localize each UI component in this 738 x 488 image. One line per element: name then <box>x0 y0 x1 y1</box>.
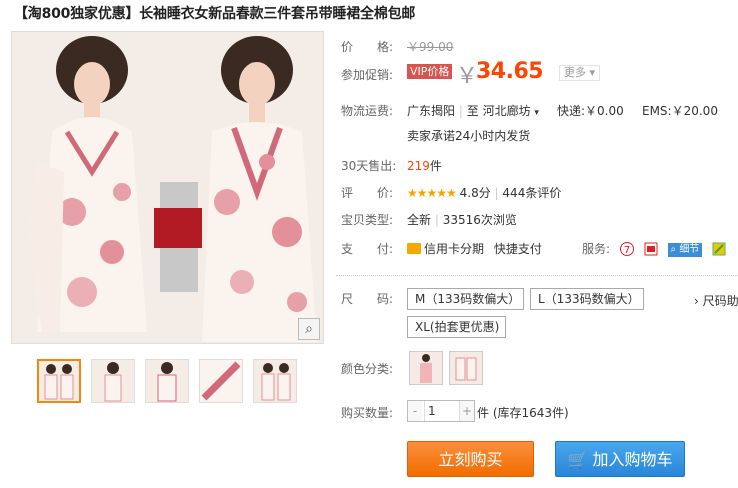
cart-icon: 🛒 <box>567 450 588 469</box>
thumbnail-3[interactable] <box>145 359 189 403</box>
shipping-promise: 卖家承诺24小时内发货 <box>407 129 531 143</box>
stock-info: 件 (库存1643件) <box>477 406 569 420</box>
arrow-service-icon[interactable] <box>712 242 726 256</box>
sales-label: 30天售出: <box>341 159 397 173</box>
vip-price-badge: VIP价格 <box>407 64 453 79</box>
quantity-label: 购买数量: <box>341 406 394 420</box>
view-count: 33516次浏览 <box>442 213 517 227</box>
currency-symbol: ￥ <box>456 64 479 89</box>
quantity-input[interactable]: 1 <box>424 401 460 421</box>
thumbnail-image <box>146 360 188 402</box>
thumbnail-5[interactable] <box>253 359 297 403</box>
size-chart-link[interactable]: › 尺码助 <box>694 292 738 309</box>
thumbnail-image <box>92 360 134 402</box>
detail-magnifier-icon[interactable]: ⌕ 细节 <box>667 243 703 257</box>
thumbnail-2[interactable] <box>91 359 135 403</box>
shipping-route: 广东揭阳 | 至 河北廊坊 ▾ <box>407 104 539 118</box>
color-swatch-2[interactable] <box>449 351 483 385</box>
thumbnail-4[interactable] <box>199 359 243 403</box>
reviews-link[interactable]: 444条评价 <box>502 186 561 200</box>
size-option-xl[interactable]: XL(拍套更优惠) <box>407 316 506 338</box>
condition-value: 全新 <box>407 213 432 227</box>
rating-label: 评 价: <box>341 186 394 200</box>
seven-day-return-icon[interactable]: 7 <box>619 242 634 256</box>
original-price: ￥99.00 <box>407 40 454 54</box>
promo-label: 参加促销: <box>341 68 394 82</box>
express-fee: 快递:￥0.00 <box>557 104 624 118</box>
condition-row: 全新 | 33516次浏览 <box>407 213 517 227</box>
sales-count: 219 <box>407 159 430 173</box>
thumbnail-image <box>200 360 242 402</box>
genuine-guarantee-icon[interactable] <box>644 242 658 256</box>
shipping-destination: 河北廊坊 <box>482 104 531 118</box>
swatch-image <box>450 352 482 384</box>
shipping-label: 物流运费: <box>341 104 394 118</box>
swatch-image <box>410 352 442 384</box>
rating-score: 4.8分 <box>459 186 491 200</box>
add-to-cart-label: 加入购物车 <box>592 450 673 469</box>
detail-label: 细节 <box>679 244 700 255</box>
shipping-from: 广东揭阳 <box>407 104 456 118</box>
color-swatch-1[interactable] <box>409 351 443 385</box>
buy-now-button[interactable]: 立刻购买 <box>407 441 534 477</box>
shipping-destination-select[interactable]: 河北廊坊 ▾ <box>483 104 539 118</box>
quickpay-link[interactable]: 快捷支付 <box>494 242 542 256</box>
quantity-stepper: - 1 + <box>407 400 475 422</box>
chevron-down-icon: ▾ <box>589 66 596 79</box>
price-label: 价 格: <box>341 40 394 54</box>
thumbnail-image <box>39 361 79 401</box>
size-option-m[interactable]: M（133码数偏大） <box>407 288 524 310</box>
zoom-magnifier-icon[interactable]: ⌕ <box>298 318 320 340</box>
services-row: 服务: 7 ⌕ 细节 <box>582 240 726 257</box>
promo-price: 34.65 <box>476 59 544 84</box>
color-label: 颜色分类: <box>341 362 394 376</box>
services-label: 服务: <box>582 242 611 256</box>
svg-text:7: 7 <box>624 245 630 256</box>
shipping-to-separator: 至 <box>466 104 479 118</box>
size-label: 尺 码: <box>341 292 394 306</box>
payment-row: 信用卡分期 快捷支付 <box>407 240 542 257</box>
more-promotions-button[interactable]: 更多 ▾ <box>559 65 601 81</box>
quantity-decrease-button[interactable]: - <box>408 401 422 421</box>
credit-card-icon <box>407 243 421 254</box>
quantity-increase-button[interactable]: + <box>460 401 474 421</box>
add-to-cart-button[interactable]: 🛒 加入购物车 <box>555 441 685 477</box>
sales-count-row: 219件 <box>407 157 442 174</box>
product-title: 【淘800独家优惠】长袖睡衣女新品春款三件套吊带睡裙全棉包邮 <box>14 6 416 22</box>
thumbnail-1[interactable] <box>37 359 81 403</box>
more-label: 更多 <box>564 66 586 79</box>
rating-stars: ★★★★★ <box>407 186 457 200</box>
installment-link[interactable]: 信用卡分期 <box>424 242 484 256</box>
size-option-l[interactable]: L（133码数偏大） <box>530 288 644 310</box>
product-photo-illustration <box>12 32 323 343</box>
payment-label: 支 付: <box>341 242 394 256</box>
section-divider <box>336 275 738 276</box>
ems-fee: EMS:￥20.00 <box>642 104 718 118</box>
condition-label: 宝贝类型: <box>341 213 394 227</box>
rating-row: ★★★★★ 4.8分 | 444条评价 <box>407 186 562 200</box>
main-product-image[interactable]: ⌕ <box>11 31 324 344</box>
sales-unit: 件 <box>429 159 442 173</box>
thumbnail-image <box>254 360 296 402</box>
chevron-down-icon: ▾ <box>534 108 539 118</box>
